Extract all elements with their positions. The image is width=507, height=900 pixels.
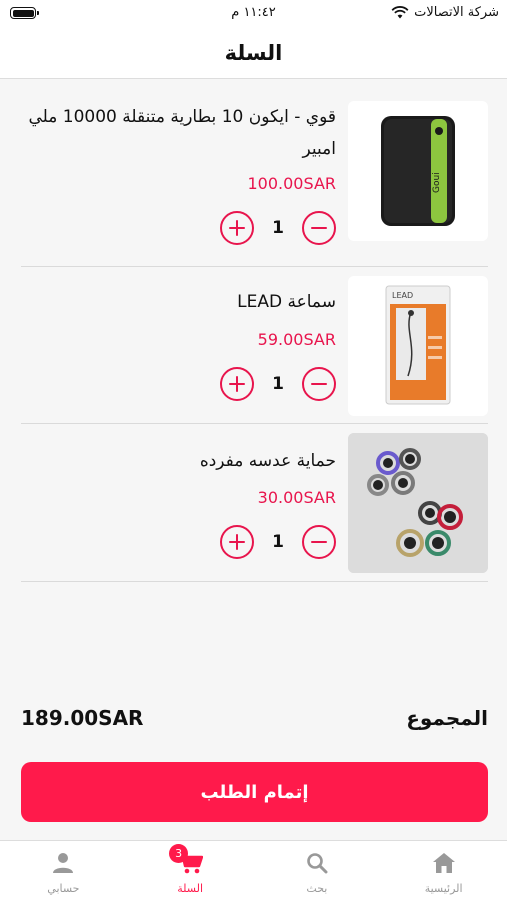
- lens-protectors-image[interactable]: [348, 433, 488, 573]
- item-name: قوي - ايكون 10 بطارية متنقلة 10000 ملي ا…: [28, 107, 336, 159]
- carrier-name: شركة الاتصالات: [414, 5, 499, 20]
- nav-bar: السلة: [0, 28, 507, 79]
- increase-quantity-button[interactable]: [220, 211, 254, 245]
- carrier-info: شركة الاتصالات: [391, 5, 499, 20]
- wifi-icon: [391, 6, 409, 19]
- decrease-quantity-button[interactable]: [302, 211, 336, 245]
- total-value: 189.00SAR: [21, 706, 144, 730]
- cart-item: LEAD سماعة LEAD 59.00SAR 1: [21, 276, 488, 424]
- quantity-stepper: 1: [220, 525, 336, 559]
- checkout-label: إتمام الطلب: [200, 781, 309, 803]
- tab-search[interactable]: بحث: [254, 841, 381, 900]
- item-name: حماية عدسه مفرده: [199, 451, 336, 471]
- item-name: سماعة LEAD: [237, 292, 336, 312]
- page-title: السلة: [224, 41, 283, 65]
- increase-quantity-button[interactable]: [220, 367, 254, 401]
- tab-home[interactable]: الرئيسية: [380, 841, 507, 900]
- person-icon: [50, 850, 76, 876]
- battery-icon: [10, 7, 39, 19]
- cart-count-badge: 3: [169, 844, 189, 863]
- cart-item: حماية عدسه مفرده 30.00SAR 1: [21, 433, 488, 582]
- tab-label: الرئيسية: [424, 882, 463, 895]
- home-icon: [431, 850, 457, 876]
- item-price: 30.00SAR: [257, 488, 336, 507]
- item-quantity: 1: [272, 218, 284, 238]
- tab-account[interactable]: حسابي: [0, 841, 127, 900]
- cart-icon: 3: [169, 844, 204, 876]
- checkout-button[interactable]: إتمام الطلب: [21, 762, 488, 822]
- clock: ١١:٤٢ م: [231, 5, 276, 20]
- item-price: 100.00SAR: [247, 174, 337, 193]
- status-bar: شركة الاتصالات ١١:٤٢ م: [0, 0, 507, 28]
- tab-cart[interactable]: 3 السلة: [127, 841, 254, 900]
- svg-text:LEAD: LEAD: [392, 291, 413, 300]
- item-price: 59.00SAR: [257, 330, 336, 349]
- quantity-stepper: 1: [220, 211, 336, 245]
- svg-text:Goui: Goui: [432, 172, 442, 193]
- cart-item: Goui قوي - ايكون 10 بطارية متنقلة 10000 …: [21, 101, 488, 267]
- quantity-stepper: 1: [220, 367, 336, 401]
- earphones-box-image[interactable]: LEAD: [348, 276, 488, 416]
- search-icon: [304, 850, 330, 876]
- decrease-quantity-button[interactable]: [302, 367, 336, 401]
- tab-label: بحث: [306, 882, 328, 895]
- total-label: المجموع: [406, 706, 488, 730]
- decrease-quantity-button[interactable]: [302, 525, 336, 559]
- increase-quantity-button[interactable]: [220, 525, 254, 559]
- power-bank-image[interactable]: Goui: [348, 101, 488, 241]
- item-quantity: 1: [272, 374, 284, 394]
- tab-bar: الرئيسية بحث 3 السلة حسابي: [0, 840, 507, 900]
- tab-label: حسابي: [47, 882, 80, 895]
- total-row: 189.00SAR المجموع: [21, 700, 488, 740]
- tab-label: السلة: [177, 882, 204, 895]
- item-quantity: 1: [272, 532, 284, 552]
